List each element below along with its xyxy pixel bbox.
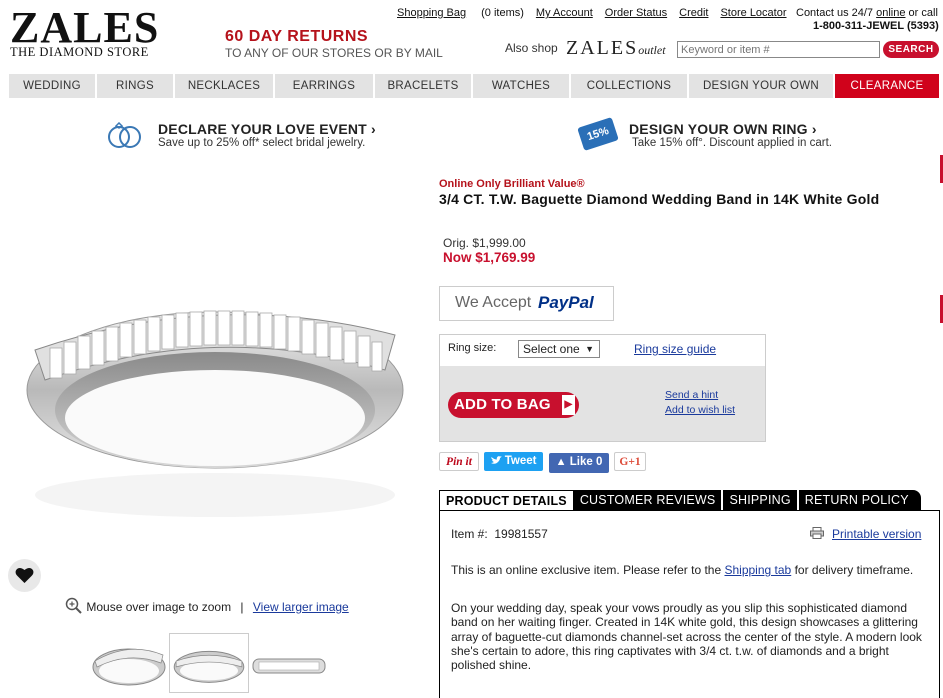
promo-design-ring[interactable]: DESIGN YOUR OWN RING › Take 15% off°. Di… (629, 121, 832, 149)
zales-logo[interactable]: ZALES (10, 6, 159, 50)
thumbnail-1[interactable] (89, 633, 169, 693)
discount-tag-icon: 15% (577, 117, 619, 151)
product-image[interactable] (20, 290, 410, 530)
ring-size-label: Ring size: (448, 342, 497, 354)
credit-link[interactable]: Credit (679, 7, 708, 19)
promo-love-event-title: DECLARE YOUR LOVE EVENT › (158, 121, 376, 137)
paypal-badge: We Accept PayPal (439, 286, 614, 321)
arrow-right-icon: ▶ (562, 395, 575, 415)
thumbs-up-icon: ▲ (555, 456, 567, 468)
nav-clearance[interactable]: CLEARANCE (835, 74, 939, 98)
printable-version-link[interactable]: Printable version (832, 527, 921, 541)
nav-rings[interactable]: RINGS (97, 74, 175, 98)
ring-size-guide-link[interactable]: Ring size guide (634, 342, 716, 356)
also-shop-label: Also shop (505, 41, 558, 55)
returns-promo-title[interactable]: 60 DAY RETURNS (225, 28, 368, 46)
google-plus-button[interactable]: G+1 (614, 452, 646, 471)
shipping-tab-link[interactable]: Shipping tab (724, 563, 791, 577)
printer-icon (810, 527, 824, 539)
outlet-logo-script: outlet (638, 43, 666, 57)
pinterest-button[interactable]: Pin it (439, 452, 479, 471)
add-to-bag-button[interactable]: ADD TO BAG ▶ (448, 392, 579, 418)
original-price: Orig. $1,999.00 (443, 236, 526, 250)
sale-price: Now $1,769.99 (443, 250, 536, 265)
promo-love-event[interactable]: DECLARE YOUR LOVE EVENT › Save up to 25%… (158, 121, 376, 149)
my-account-link[interactable]: My Account (536, 7, 593, 19)
magnifier-icon (65, 597, 82, 614)
zales-outlet-logo[interactable]: ZALESoutlet (566, 37, 666, 60)
phone-number: 1-800-311-JEWEL (5393) (813, 20, 939, 32)
utility-links: Shopping Bag (0 items) My Account Order Sta… (397, 7, 799, 19)
ring-size-value: Select one (523, 342, 580, 356)
dropdown-arrow-icon: ▼ (585, 344, 594, 354)
zoom-hint-text: Mouse over image to zoom (86, 600, 232, 614)
tab-shipping[interactable]: SHIPPING (723, 490, 799, 511)
promo-design-ring-title: DESIGN YOUR OWN RING › (629, 121, 817, 137)
nav-design-your-own[interactable]: DESIGN YOUR OWN (689, 74, 835, 98)
like-label: Like 0 (569, 456, 603, 468)
contact-online-link[interactable]: online (876, 7, 905, 19)
contact-suffix: or call (908, 7, 938, 19)
contact-prefix: Contact us 24/7 (796, 7, 874, 19)
thumbnail-3[interactable] (249, 633, 329, 693)
exclusive-notice-suffix: for delivery timeframe. (794, 563, 914, 577)
thumbnail-2-selected[interactable] (169, 633, 249, 693)
nav-collections[interactable]: COLLECTIONS (571, 74, 689, 98)
bag-count: (0 items) (481, 7, 524, 19)
search-button[interactable]: SEARCH (883, 41, 939, 58)
facebook-like-button[interactable]: ▲ Like 0 (549, 453, 609, 473)
zoom-hint: Mouse over image to zoom | View larger i… (65, 597, 349, 615)
product-tabs: PRODUCT DETAILS CUSTOMER REVIEWS SHIPPIN… (439, 490, 921, 511)
ring-size-select[interactable]: Select one ▼ (518, 340, 600, 358)
order-status-link[interactable]: Order Status (605, 7, 667, 19)
tab-customer-reviews[interactable]: CUSTOMER REVIEWS (573, 490, 724, 511)
nav-wedding[interactable]: WEDDING (9, 74, 97, 98)
twitter-bird-icon (490, 456, 502, 464)
tab-return-policy[interactable]: RETURN POLICY (798, 490, 921, 511)
nav-necklaces[interactable]: NECKLACES (175, 74, 275, 98)
outlet-logo-word: ZALES (566, 37, 639, 59)
nav-watches[interactable]: WATCHES (473, 74, 571, 98)
tab-product-details[interactable]: PRODUCT DETAILS (439, 490, 574, 511)
nav-bracelets[interactable]: BRACELETS (375, 74, 473, 98)
tweet-button[interactable]: Tweet (484, 452, 543, 471)
main-nav: WEDDING RINGS NECKLACES EARRINGS BRACELE… (9, 74, 939, 98)
product-description: On your wedding day, speak your vows pro… (451, 601, 922, 673)
wish-list-link[interactable]: Add to wish list (665, 404, 735, 416)
store-locator-link[interactable]: Store Locator (720, 7, 786, 19)
tweet-label: Tweet (504, 455, 537, 467)
view-larger-link[interactable]: View larger image (253, 600, 349, 614)
nav-earrings[interactable]: EARRINGS (275, 74, 375, 98)
add-to-bag-label: ADD TO BAG (454, 396, 551, 413)
shopping-bag-link[interactable]: Shopping Bag (397, 7, 466, 19)
favorite-button[interactable] (8, 559, 41, 592)
send-hint-link[interactable]: Send a hint (665, 389, 718, 401)
zoom-hint-separator: | (240, 600, 244, 614)
wedding-rings-icon (108, 122, 141, 148)
paypal-logo: PayPal (538, 293, 594, 312)
returns-promo-subtitle: TO ANY OF OUR STORES OR BY MAIL (225, 46, 443, 60)
exclusive-notice-prefix: This is an online exclusive item. Please… (451, 563, 722, 577)
logo-tagline: THE DIAMOND STORE (10, 45, 149, 59)
paypal-prefix: We Accept (455, 294, 532, 311)
contact-line: Contact us 24/7 online or call (796, 7, 938, 19)
product-title: 3/4 CT. T.W. Baguette Diamond Wedding Ba… (439, 191, 880, 207)
product-eyebrow: Online Only Brilliant Value® (439, 178, 585, 190)
exclusive-notice: This is an online exclusive item. Please… (451, 563, 913, 577)
item-number-label: Item #: (451, 527, 488, 541)
item-number-value: 19981557 (494, 527, 548, 541)
promo-design-ring-subtitle: Take 15% off°. Discount applied in cart. (632, 137, 832, 149)
promo-love-event-subtitle: Save up to 25% off* select bridal jewelr… (158, 137, 366, 149)
search-input[interactable] (677, 41, 880, 58)
item-number: Item #: 19981557 (451, 527, 548, 541)
heart-icon (15, 567, 34, 583)
